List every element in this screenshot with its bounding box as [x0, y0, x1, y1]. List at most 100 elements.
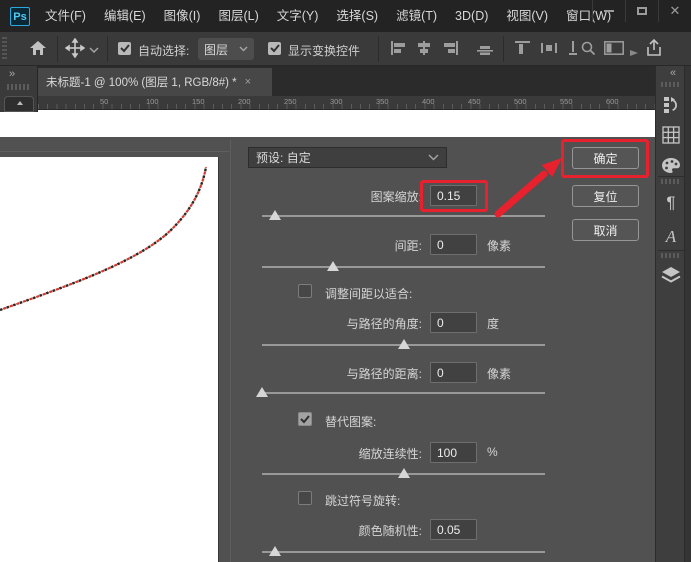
canvas-top-edge	[0, 151, 229, 152]
slider-thumb[interactable]	[398, 468, 410, 478]
maximize-icon	[637, 7, 647, 15]
preset-label: 预设:	[256, 149, 283, 166]
slider-thumb[interactable]	[269, 546, 281, 556]
check-icon	[300, 415, 310, 424]
color-randomness-input[interactable]	[430, 519, 477, 540]
home-icon[interactable]	[28, 38, 48, 61]
separator	[378, 36, 379, 62]
align-right-icon[interactable]	[443, 41, 459, 58]
horizontal-ruler: 50 100 150 200 250 300 350 400 450 500 5…	[38, 96, 655, 110]
search-icon[interactable]	[580, 40, 596, 59]
dock-grip[interactable]	[661, 253, 681, 258]
alternate-patterns-checkbox[interactable]	[298, 412, 312, 426]
chevron-flyout-icon[interactable]	[630, 45, 638, 59]
dock-edge-strip	[684, 66, 691, 562]
layers-panel-icon[interactable]	[656, 262, 686, 288]
slider-thumb[interactable]	[398, 339, 410, 349]
highlight-box-pattern-scale	[420, 180, 488, 212]
tool-button[interactable]	[4, 96, 34, 112]
paragraph-panel-icon[interactable]: ¶	[656, 190, 686, 216]
menu-3d[interactable]: 3D(D)	[446, 0, 497, 32]
distribute-horizontal-icon[interactable]	[541, 41, 557, 58]
menu-edit[interactable]: 编辑(E)	[95, 0, 155, 32]
distance-slider[interactable]	[262, 388, 545, 398]
preset-dropdown[interactable]: 预设: 自定	[248, 147, 447, 168]
spacing-label: 间距:	[262, 237, 422, 254]
show-transform-label: 显示变换控件	[288, 42, 360, 59]
layer-select-value: 图层	[204, 41, 228, 58]
swatches-panel-icon[interactable]	[656, 122, 686, 148]
dotted-path-curve	[0, 157, 219, 562]
scale-consistency-label: 缩放连续性:	[262, 445, 422, 462]
align-left-icon[interactable]	[390, 41, 406, 58]
panel-grip[interactable]	[7, 84, 31, 90]
cancel-button[interactable]: 取消	[572, 219, 639, 241]
menu-filter[interactable]: 滤镜(T)	[387, 0, 446, 32]
tools-panel-collapsed: »	[0, 66, 38, 112]
minimize-button[interactable]	[592, 0, 625, 22]
spacing-slider[interactable]	[262, 262, 545, 272]
scale-consistency-input[interactable]	[430, 442, 477, 463]
separator	[107, 36, 108, 62]
menubar: 文件(F) 编辑(E) 图像(I) 图层(L) 文字(Y) 选择(S) 滤镜(T…	[36, 0, 620, 32]
collapse-panel-icon[interactable]: »	[9, 68, 13, 80]
angle-slider[interactable]	[262, 340, 545, 350]
angle-unit: 度	[487, 315, 499, 332]
document-tab-title: 未标题-1 @ 100% (图层 1, RGB/8#) *	[46, 74, 237, 90]
color-randomness-slider[interactable]	[262, 547, 545, 557]
spacing-input[interactable]	[430, 234, 477, 255]
slider-thumb[interactable]	[269, 210, 281, 220]
chevron-down-icon	[239, 46, 248, 52]
menu-select[interactable]: 选择(S)	[327, 0, 387, 32]
layer-select[interactable]: 图层	[198, 38, 254, 60]
tab-close-icon[interactable]: ×	[245, 76, 251, 88]
align-vertical-center-icon[interactable]	[477, 44, 493, 58]
skip-symbol-rotation-label: 跳过符号旋转:	[325, 492, 400, 509]
maximize-button[interactable]	[625, 0, 658, 22]
color-panel-icon[interactable]	[656, 152, 686, 178]
distance-from-path-input[interactable]	[430, 362, 477, 383]
menu-image[interactable]: 图像(I)	[155, 0, 210, 32]
history-panel-icon[interactable]	[656, 92, 686, 118]
scale-consistency-slider[interactable]	[262, 469, 545, 479]
slider-thumb[interactable]	[256, 387, 268, 397]
options-bar: 自动选择: 图层 显示变换控件	[0, 32, 691, 66]
character-styles-panel-icon[interactable]: A	[656, 224, 686, 250]
adjust-spacing-checkbox[interactable]	[298, 284, 312, 298]
align-top-icon[interactable]	[515, 41, 530, 58]
ruler-numbers: 50 100 150 200 250 300 350 400 450 500 5…	[100, 97, 652, 106]
align-center-horizontal-icon[interactable]	[416, 41, 432, 58]
separator	[57, 36, 58, 62]
collapse-dock-icon[interactable]: «	[670, 67, 674, 79]
document-tab[interactable]: 未标题-1 @ 100% (图层 1, RGB/8#) * ×	[38, 68, 272, 96]
reset-button[interactable]: 复位	[572, 185, 639, 207]
menu-file[interactable]: 文件(F)	[36, 0, 95, 32]
workspace-panel-icon[interactable]	[604, 41, 624, 58]
document-top-strip	[0, 110, 655, 137]
minimize-icon	[604, 10, 614, 12]
window-controls: ✕	[592, 0, 691, 22]
chevron-down-icon	[428, 154, 439, 161]
auto-select-checkbox[interactable]	[118, 42, 131, 55]
close-button[interactable]: ✕	[658, 0, 691, 22]
dock-grip[interactable]	[661, 82, 681, 87]
move-tool-icon[interactable]	[65, 38, 85, 61]
slider-thumb[interactable]	[327, 261, 339, 271]
scale-consistency-unit: %	[487, 445, 498, 459]
options-grip[interactable]	[2, 37, 7, 61]
dock-separator	[658, 176, 684, 177]
close-icon: ✕	[670, 3, 681, 19]
share-icon[interactable]	[644, 38, 664, 61]
skip-symbol-rotation-checkbox[interactable]	[298, 491, 312, 505]
menu-type[interactable]: 文字(Y)	[268, 0, 328, 32]
chevron-down-icon[interactable]	[89, 43, 99, 57]
angle-from-path-input[interactable]	[430, 312, 477, 333]
align-bottom-icon[interactable]	[569, 41, 577, 58]
menu-view[interactable]: 视图(V)	[497, 0, 557, 32]
show-transform-checkbox[interactable]	[268, 42, 281, 55]
tool-arrow-icon	[17, 101, 23, 105]
document-canvas[interactable]	[0, 157, 219, 562]
auto-select-label: 自动选择:	[138, 42, 189, 59]
menu-layer[interactable]: 图层(L)	[209, 0, 267, 32]
dock-grip[interactable]	[661, 179, 681, 184]
